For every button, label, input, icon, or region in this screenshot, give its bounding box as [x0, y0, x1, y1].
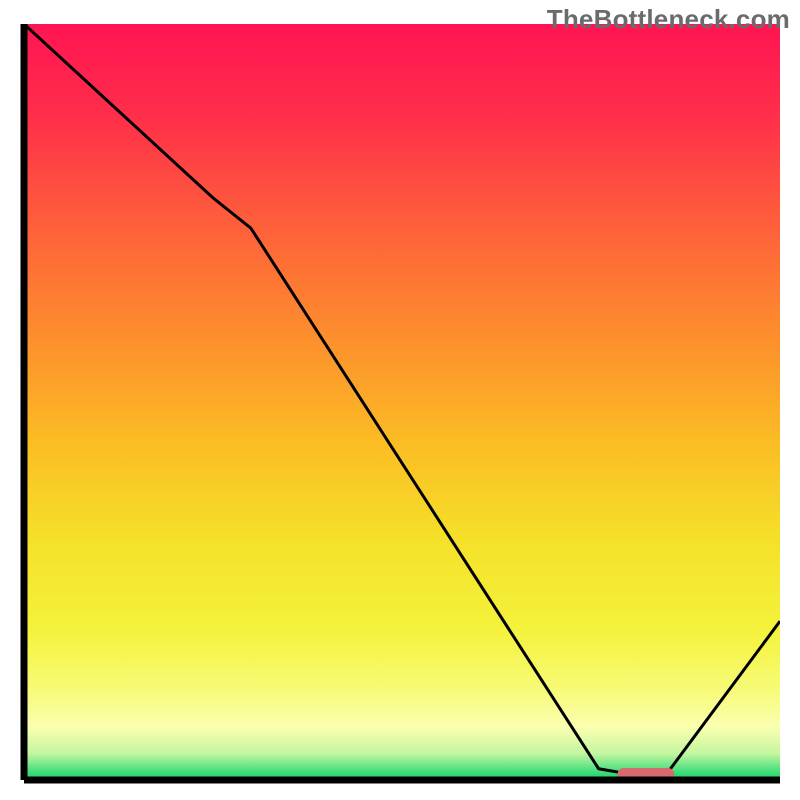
- watermark-text: TheBottleneck.com: [547, 4, 790, 35]
- bottleneck-chart: TheBottleneck.com: [0, 0, 800, 800]
- chart-canvas: [0, 0, 800, 800]
- plot-background: [24, 24, 780, 780]
